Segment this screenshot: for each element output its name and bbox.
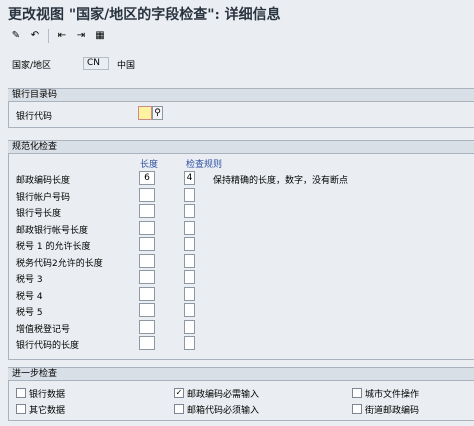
rule-description: 保持精确的长度，数字，没有断点 (213, 176, 349, 186)
bank-code-label: 银行代码 (16, 112, 53, 122)
bank-code-field[interactable] (138, 106, 152, 120)
street-postal-code-label: 街道邮政编码 (365, 406, 420, 416)
check-section-header: 规范化检查 (8, 140, 474, 154)
check-row-label: 税号 5 (16, 308, 43, 318)
country-code-field: CN (83, 57, 109, 70)
check-row-label: 银行代码的长度 (16, 341, 80, 351)
length-column-header: 长度 (140, 160, 159, 170)
rule-input[interactable] (184, 188, 195, 202)
length-input[interactable] (139, 204, 155, 218)
check-row-label: 银行号长度 (16, 209, 62, 219)
window-title: 更改视图 "国家/地区的字段检查": 详细信息 (8, 7, 281, 23)
next-entry-icon[interactable]: ⇥ (73, 28, 89, 44)
check-row-label: 税号 3 (16, 275, 43, 285)
other-data-label: 其它数据 (29, 406, 66, 416)
rule-input[interactable]: 4 (184, 171, 195, 185)
rule-column-header: 检查规则 (186, 160, 223, 170)
magnifier-icon: ⚲ (154, 108, 161, 118)
rule-input[interactable] (184, 254, 195, 268)
rule-input[interactable] (184, 204, 195, 218)
checkmark-icon: ✓ (175, 388, 183, 397)
rule-input[interactable] (184, 336, 195, 350)
other-entry-icon[interactable]: ▦ (92, 28, 108, 44)
check-row-label: 增值税登记号 (16, 325, 71, 335)
street-postal-code-checkbox[interactable] (352, 404, 362, 414)
bank-data-checkbox[interactable] (16, 388, 26, 398)
length-input[interactable] (139, 320, 155, 334)
application-toolbar: ✎ ↶ ⇤ ⇥ ▦ (8, 28, 108, 44)
country-name: 中国 (117, 61, 136, 71)
po-box-code-required-label: 邮箱代码必须输入 (187, 406, 260, 416)
other-data-checkbox[interactable] (16, 404, 26, 414)
check-row-label: 邮政编码长度 (16, 176, 71, 186)
rule-input[interactable] (184, 287, 195, 301)
city-file-label: 城市文件操作 (365, 390, 420, 400)
other-entry-glyph: ▦ (95, 30, 105, 41)
po-box-code-required-checkbox[interactable] (174, 404, 184, 414)
city-file-checkbox[interactable] (352, 388, 362, 398)
postal-code-required-checkbox[interactable]: ✓ (174, 388, 184, 398)
previous-entry-glyph: ⇤ (57, 30, 67, 41)
bank-section (8, 102, 474, 128)
bank-code-search-button[interactable]: ⚲ (152, 106, 163, 120)
length-input[interactable] (139, 287, 155, 301)
check-row-label: 邮政银行帐号长度 (16, 226, 89, 236)
length-input[interactable] (139, 188, 155, 202)
display-change-glyph: ✎ (11, 30, 21, 41)
display-change-icon[interactable]: ✎ (8, 28, 24, 44)
check-row-label: 税号 4 (16, 292, 43, 302)
bank-section-header: 银行目录码 (8, 88, 474, 102)
length-input[interactable]: 6 (139, 171, 155, 185)
toolbar-separator (48, 29, 49, 43)
country-label: 国家/地区 (12, 61, 52, 71)
check-row-label: 税号 1 的允许长度 (16, 242, 91, 252)
length-input[interactable] (139, 237, 155, 251)
bank-data-label: 银行数据 (29, 390, 66, 400)
title-bar: 更改视图 "国家/地区的字段检查": 详细信息 (0, 0, 474, 24)
length-input[interactable] (139, 221, 155, 235)
rule-input[interactable] (184, 270, 195, 284)
next-entry-glyph: ⇥ (76, 30, 86, 41)
rule-input[interactable] (184, 221, 195, 235)
postal-code-required-label: 邮政编码必需输入 (187, 390, 260, 400)
rule-input[interactable] (184, 237, 195, 251)
length-input[interactable] (139, 303, 155, 317)
check-row-label: 银行帐户号码 (16, 193, 71, 203)
undo-glyph: ↶ (30, 30, 40, 41)
further-section-header: 进一步检查 (8, 367, 474, 381)
check-row-label: 税务代码2允许的长度 (16, 259, 103, 269)
undo-icon[interactable]: ↶ (27, 28, 43, 44)
rule-input[interactable] (184, 303, 195, 317)
length-input[interactable] (139, 270, 155, 284)
previous-entry-icon[interactable]: ⇤ (54, 28, 70, 44)
rule-input[interactable] (184, 320, 195, 334)
length-input[interactable] (139, 336, 155, 350)
length-input[interactable] (139, 254, 155, 268)
